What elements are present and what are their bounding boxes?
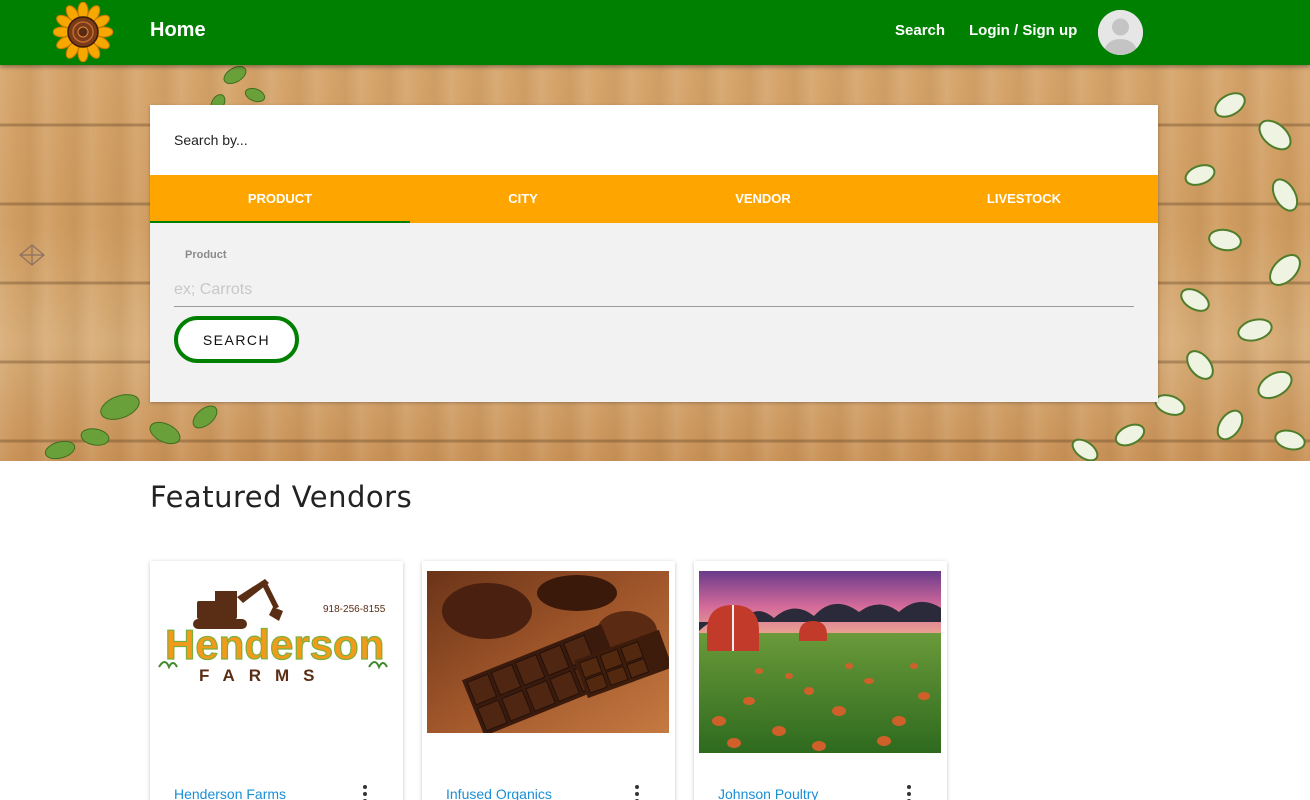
vendor-name-link[interactable]: Henderson Farms	[174, 786, 286, 800]
search-tabs: PRODUCT CITY VENDOR LIVESTOCK	[150, 175, 1158, 223]
vendor-card[interactable]: 918-256-8155 Henderson FARMS Henderson F…	[150, 561, 403, 800]
featured-vendors-heading: Featured Vendors	[150, 480, 413, 514]
nav-login-signup-link[interactable]: Login / Sign up	[969, 22, 1077, 39]
sunflower-logo-icon[interactable]	[52, 1, 114, 63]
more-vert-icon[interactable]	[629, 783, 645, 800]
more-vert-icon[interactable]	[357, 783, 373, 800]
chocolate-photo[interactable]	[427, 571, 669, 733]
tab-vendor[interactable]: VENDOR	[636, 175, 890, 223]
nav-search-link[interactable]: Search	[895, 22, 945, 39]
tab-livestock[interactable]: LIVESTOCK	[890, 175, 1158, 223]
henderson-logo-word: Henderson	[165, 621, 384, 668]
farms-logo-word: FARMS	[199, 666, 329, 685]
vendor-card[interactable]: Johnson Poultry	[694, 561, 947, 800]
user-avatar-icon[interactable]	[1098, 10, 1143, 55]
product-search-input[interactable]	[174, 273, 1134, 307]
vendor-name-link[interactable]: Johnson Poultry	[718, 786, 818, 800]
search-button[interactable]: SEARCH	[174, 316, 299, 363]
vendor-name-link[interactable]: Infused Organics	[446, 786, 552, 800]
tab-product[interactable]: PRODUCT	[150, 175, 410, 223]
vendor-card[interactable]: Infused Organics	[422, 561, 675, 800]
nav-home-link[interactable]: Home	[150, 19, 206, 42]
tab-city[interactable]: CITY	[410, 175, 636, 223]
top-navbar: Home Search Login / Sign up	[0, 0, 1310, 65]
search-panel-header: Search by...	[150, 105, 1158, 175]
product-field-label: Product	[185, 249, 227, 261]
henderson-farms-logo-image[interactable]: 918-256-8155 Henderson FARMS	[155, 571, 397, 731]
henderson-phone-text: 918-256-8155	[323, 604, 386, 615]
poultry-farm-photo[interactable]	[699, 571, 941, 753]
search-by-heading: Search by...	[174, 132, 248, 148]
search-panel: Search by... PRODUCT CITY VENDOR LIVESTO…	[150, 105, 1158, 402]
more-vert-icon[interactable]	[901, 783, 917, 800]
